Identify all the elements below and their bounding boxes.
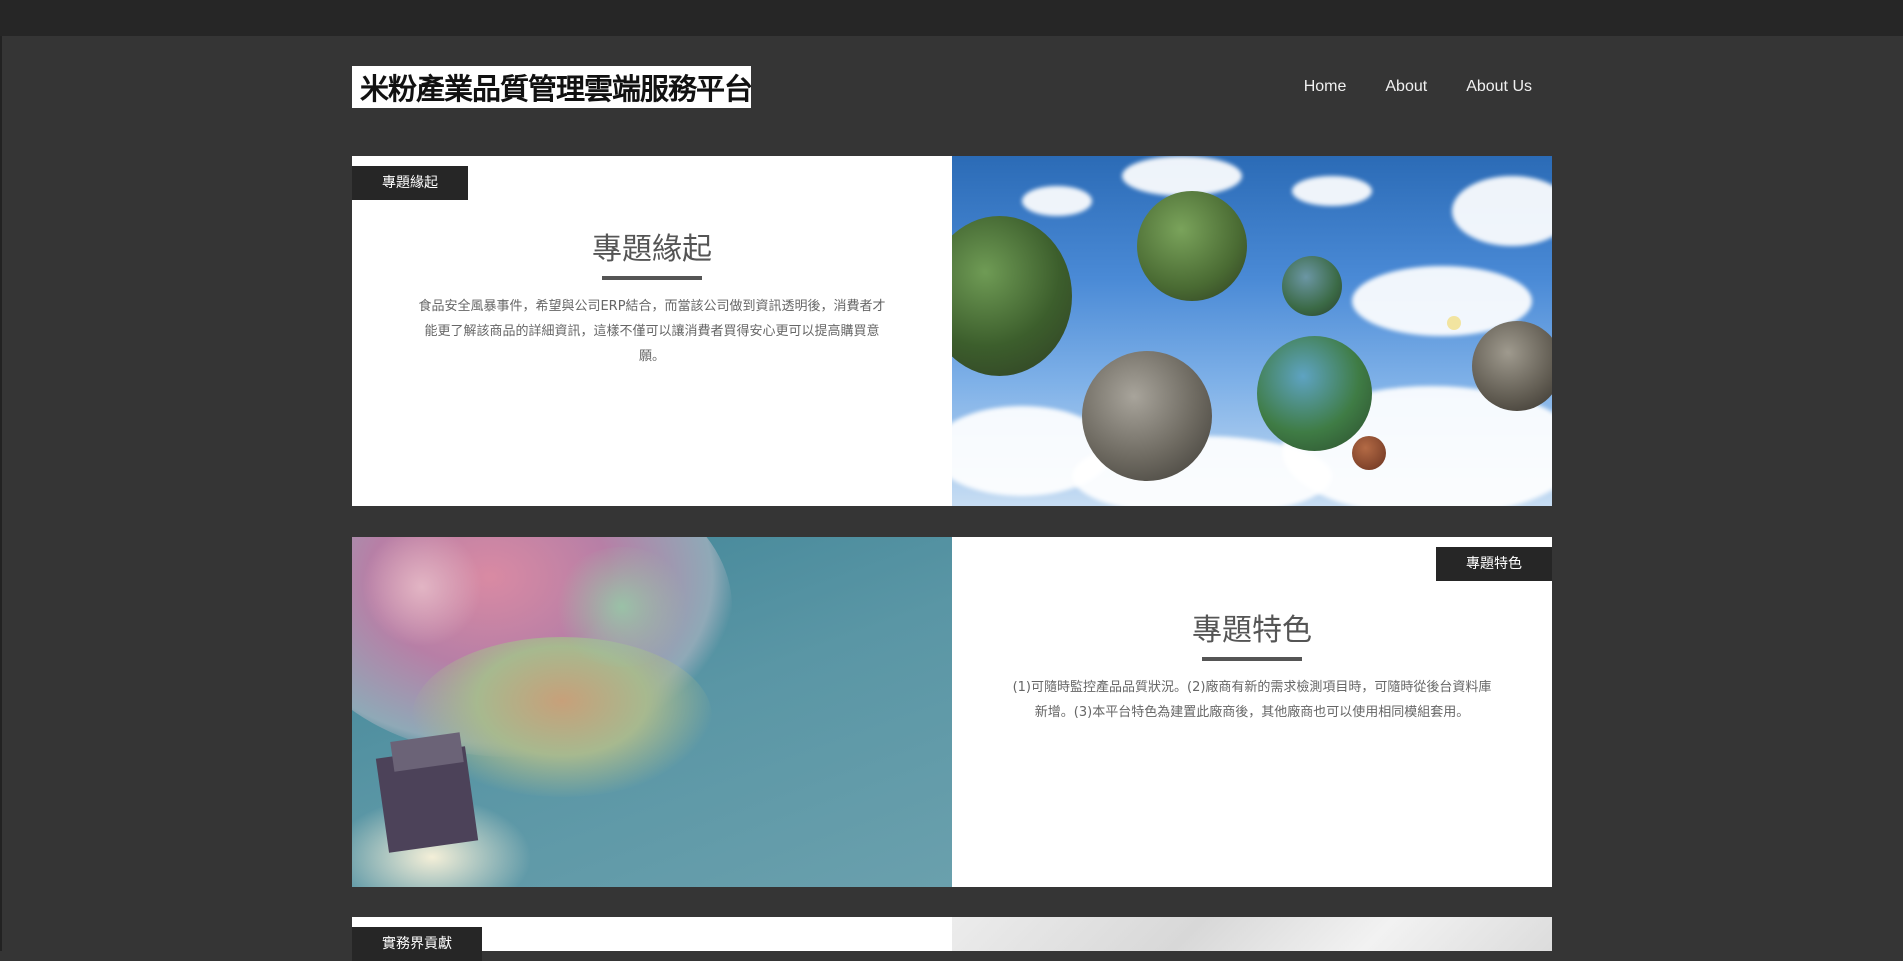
features-body: (1)可隨時監控產品品質狀況。(2)廠商有新的需求檢測項目時，可隨時從後台資料庫… [1012, 680, 1492, 720]
features-tag: 專題特色 [1436, 547, 1552, 581]
balloon-house-image [352, 537, 952, 887]
nav-about[interactable]: About [1385, 78, 1427, 96]
origin-text-panel: 專題緣起 專題緣起 食品安全風暴事件，希望與公司ERP結合，而當該公司做到資訊透… [352, 156, 952, 506]
main-nav: Home About About Us [1304, 78, 1532, 96]
contribution-text-panel: 實務界貢獻 [352, 917, 952, 961]
top-bar [0, 0, 1903, 36]
section-features: 專題特色 專題特色 (1)可隨時監控產品品質狀況。(2)廠商有新的需求檢測項目時… [352, 537, 1552, 887]
nav-about-us[interactable]: About Us [1466, 78, 1532, 96]
origin-tag: 專題緣起 [352, 166, 468, 200]
window-edge [0, 0, 2, 951]
paper-texture-image [952, 917, 1552, 951]
floating-planets-image [952, 156, 1552, 506]
origin-body: 食品安全風暴事件，希望與公司ERP結合，而當該公司做到資訊透明後，消費者才能更了… [418, 299, 886, 364]
section-origin: 專題緣起 專題緣起 食品安全風暴事件，希望與公司ERP結合，而當該公司做到資訊透… [352, 156, 1552, 506]
section-contribution: 實務界貢獻 [352, 917, 1552, 961]
features-title: 專題特色 [1192, 613, 1312, 648]
origin-title-rule [602, 276, 702, 280]
features-title-rule [1202, 657, 1302, 661]
site-header: 米粉產業品質管理雲端服務平台 Home About About Us [352, 66, 1552, 110]
features-text-panel: 專題特色 專題特色 (1)可隨時監控產品品質狀況。(2)廠商有新的需求檢測項目時… [952, 537, 1552, 887]
site-logo[interactable]: 米粉產業品質管理雲端服務平台 [352, 66, 751, 108]
contribution-tag: 實務界貢獻 [352, 927, 482, 961]
origin-title: 專題緣起 [592, 232, 712, 267]
nav-home[interactable]: Home [1304, 78, 1347, 96]
